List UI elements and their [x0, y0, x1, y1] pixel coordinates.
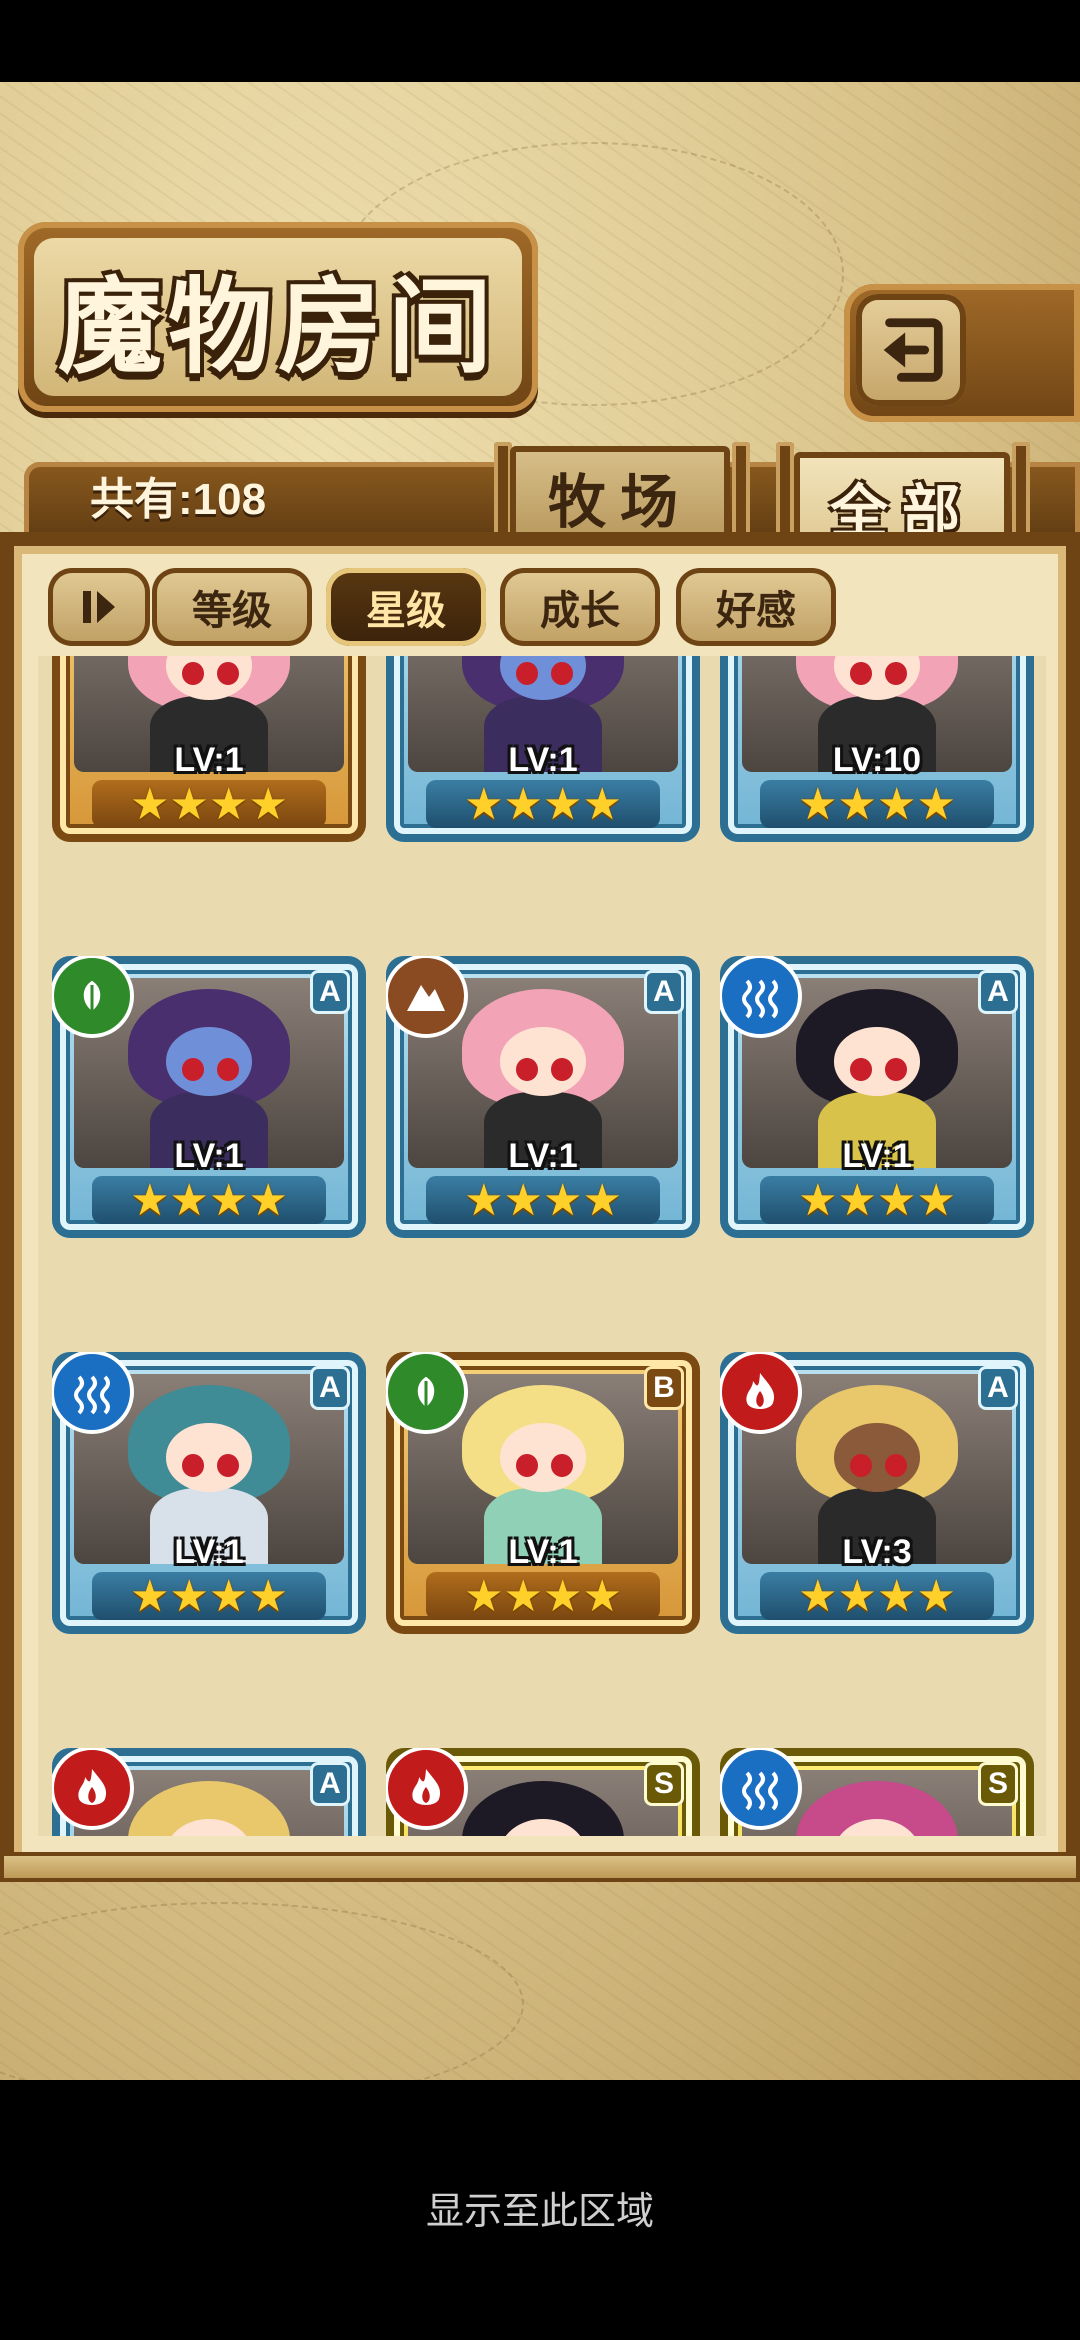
panel-bottom-rail	[0, 1852, 1080, 1882]
water-element-icon	[720, 1748, 802, 1830]
star-rating: ★★★★	[92, 779, 326, 830]
monster-level: LV:1	[174, 741, 244, 779]
star-rating: ★★★★	[92, 1571, 326, 1622]
star-rating: ★★★★	[92, 1175, 326, 1226]
monster-card[interactable]: S	[386, 1748, 700, 1836]
display-area-hint: 显示至此区域	[425, 2189, 654, 2233]
grass-element-icon	[52, 956, 134, 1038]
page-title: 魔物房间	[57, 264, 498, 388]
monster-grid[interactable]: LV:1 ★★★★ LV:1 ★★★★ LV:10 ★★★★ LV:1 ★★★★ A LV:1 ★★…	[38, 656, 1046, 1836]
water-element-icon	[52, 1352, 134, 1434]
sort-by-level-button[interactable]: 等级	[152, 568, 312, 646]
monster-card[interactable]: LV:1 ★★★★	[386, 656, 700, 842]
return-arrow-icon	[883, 318, 943, 382]
grass-element-icon	[386, 1352, 468, 1434]
rank-badge: A	[644, 970, 684, 1014]
monster-level: LV:1	[174, 1533, 244, 1571]
rank-badge: A	[310, 1762, 350, 1806]
tab-ranch-label: 牧场	[547, 468, 692, 536]
fire-element-icon	[386, 1748, 468, 1830]
map-decoration	[0, 1902, 524, 2080]
star-rating: ★★★★	[760, 779, 994, 830]
rank-badge: A	[310, 970, 350, 1014]
monster-level: LV:10	[832, 741, 922, 779]
star-rating: ★★★★	[760, 1571, 994, 1622]
rank-badge: A	[310, 1366, 350, 1410]
rank-badge: A	[978, 1366, 1018, 1410]
sort-order-toggle[interactable]	[48, 568, 150, 646]
monster-level: LV:3	[842, 1533, 912, 1571]
monster-card[interactable]: LV:3 ★★★★ A	[720, 1352, 1034, 1634]
star-rating: ★★★★	[760, 1175, 994, 1226]
rank-badge: S	[644, 1762, 684, 1806]
monster-card[interactable]: LV:1 ★★★★ A	[386, 956, 700, 1238]
star-rating: ★★★★	[426, 779, 660, 830]
rank-badge: S	[978, 1762, 1018, 1806]
title-plaque: 魔物房间	[18, 222, 538, 412]
back-button[interactable]	[856, 294, 966, 406]
earth-element-icon	[386, 956, 468, 1038]
rank-badge: A	[978, 970, 1018, 1014]
monster-level: LV:1	[174, 1137, 244, 1175]
sort-by-affection-button[interactable]: 好感	[676, 568, 836, 646]
monster-level: LV:1	[508, 1137, 578, 1175]
monster-card[interactable]: LV:1 ★★★★ B	[386, 1352, 700, 1634]
monster-level: LV:1	[508, 741, 578, 779]
monster-card[interactable]: S	[720, 1748, 1034, 1836]
monster-card[interactable]: LV:1 ★★★★ A	[720, 956, 1034, 1238]
sort-direction-icon	[83, 591, 115, 623]
monster-card[interactable]: A	[52, 1748, 366, 1836]
sort-by-stars-button[interactable]: 星级	[326, 568, 486, 646]
monster-card[interactable]: LV:1 ★★★★ A	[52, 1352, 366, 1634]
water-element-icon	[720, 956, 802, 1038]
monster-level: LV:1	[508, 1533, 578, 1571]
fire-element-icon	[720, 1352, 802, 1434]
star-rating: ★★★★	[426, 1175, 660, 1226]
sort-by-growth-button[interactable]: 成长	[500, 568, 660, 646]
fire-element-icon	[52, 1748, 134, 1830]
monster-card[interactable]: LV:1 ★★★★ A	[52, 956, 366, 1238]
monster-level: LV:1	[842, 1137, 912, 1175]
monster-card[interactable]: LV:10 ★★★★	[720, 656, 1034, 842]
rank-badge: B	[644, 1366, 684, 1410]
monster-card[interactable]: LV:1 ★★★★	[52, 656, 366, 842]
star-rating: ★★★★	[426, 1571, 660, 1622]
monster-count: 共有:108	[90, 475, 267, 524]
